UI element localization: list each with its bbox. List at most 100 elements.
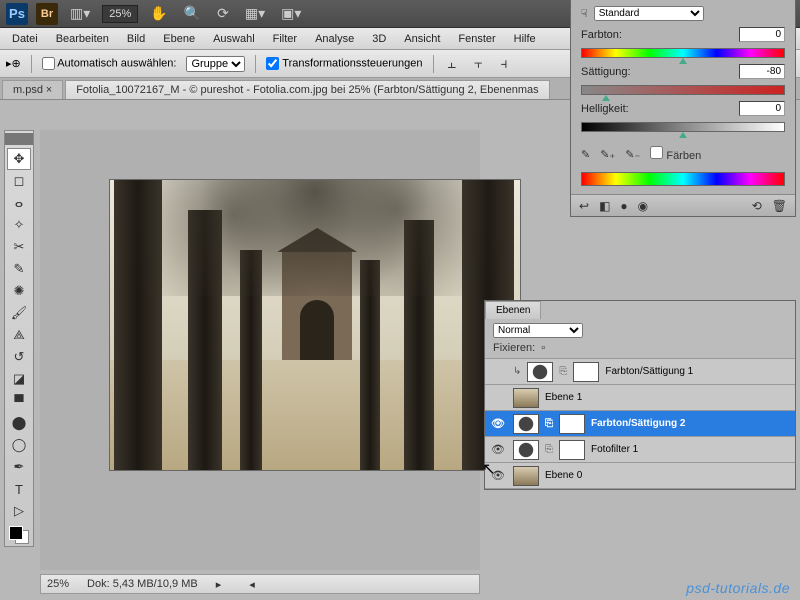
dodge-tool-icon[interactable]: ◯	[7, 434, 31, 456]
link-icon: ⎘	[545, 444, 553, 455]
lightness-slider[interactable]	[581, 122, 785, 132]
image-thumb-icon	[513, 466, 539, 486]
layer-row[interactable]: Ebene 1	[485, 385, 795, 411]
layer-row-selected[interactable]: 👁 ⎘ Farbton/Sättigung 2	[485, 411, 795, 437]
tab-ebenen[interactable]: Ebenen	[485, 301, 541, 319]
eyedropper-add-icon[interactable]: ✎₊	[600, 148, 615, 161]
bridge-logo-icon[interactable]: Br	[36, 3, 58, 25]
eye-toggle-icon[interactable]: ●	[620, 199, 627, 213]
colorize-checkbox[interactable]: Färben	[650, 146, 701, 162]
visibility-eye-icon[interactable]: 👁	[489, 417, 507, 430]
menu-datei[interactable]: Datei	[4, 31, 46, 47]
eyedropper-tool-icon[interactable]: ✎	[7, 258, 31, 280]
rotate-view-icon[interactable]: ⟳	[213, 5, 233, 22]
menu-bild[interactable]: Bild	[119, 31, 153, 47]
color-swatches[interactable]	[9, 526, 29, 544]
eyedropper-sub-icon[interactable]: ✎₋	[625, 148, 640, 161]
zoom-readout[interactable]: 25%	[102, 5, 138, 23]
menu-hilfe[interactable]: Hilfe	[506, 31, 544, 47]
healing-brush-tool-icon[interactable]: ✺	[7, 280, 31, 302]
zoom-tool-icon[interactable]: 🔍	[180, 5, 205, 22]
menu-filter[interactable]: Filter	[265, 31, 305, 47]
gradient-tool-icon[interactable]: ▀	[7, 390, 31, 412]
layer-name[interactable]: Ebene 0	[545, 470, 582, 481]
lasso-tool-icon[interactable]: ⴰ	[7, 192, 31, 214]
document-tab-inactive[interactable]: m.psd ×	[2, 80, 63, 99]
move-tool-icon[interactable]: ✥	[7, 148, 31, 170]
blend-mode-select[interactable]: Normal	[493, 323, 583, 338]
align-icon[interactable]: ⫠	[444, 55, 460, 72]
mask-thumb-icon	[573, 362, 599, 382]
transform-controls-checkbox[interactable]: Transformationssteuerungen	[266, 57, 422, 70]
pen-tool-icon[interactable]: ✒	[7, 456, 31, 478]
layer-name[interactable]: Farbton/Sättigung 2	[591, 418, 685, 429]
toolbox: ✥ ◻ ⴰ ✧ ✂ ✎ ✺ 🖌 ⟁ ↺ ◪ ▀ ⬤ ◯ ✒ T ▷	[4, 130, 34, 547]
mask-thumb-icon	[559, 414, 585, 434]
clip-layer-icon[interactable]: ◧	[599, 199, 610, 213]
auto-select-checkbox[interactable]: Automatisch auswählen:	[42, 57, 177, 70]
arrange-docs-icon[interactable]: ▦▾	[241, 5, 269, 22]
adjustment-thumb-icon	[513, 440, 539, 460]
visibility-eye-icon[interactable]: 👁	[489, 443, 507, 456]
blur-tool-icon[interactable]: ⬤	[7, 412, 31, 434]
menu-ebene[interactable]: Ebene	[155, 31, 203, 47]
align-icon-3[interactable]: ⫞	[497, 55, 512, 72]
menu-analyse[interactable]: Analyse	[307, 31, 362, 47]
screen-mode-icon[interactable]: ▣▾	[277, 5, 305, 22]
menu-fenster[interactable]: Fenster	[450, 31, 503, 47]
color-range-strip	[581, 172, 785, 186]
saturation-input[interactable]	[739, 64, 785, 79]
trash-icon[interactable]: 🗑	[772, 199, 787, 213]
layer-name[interactable]: Fotofilter 1	[591, 444, 638, 455]
brush-tool-icon[interactable]: 🖌	[7, 302, 31, 324]
hue-label: Farbton:	[581, 29, 651, 41]
hue-slider[interactable]	[581, 48, 785, 58]
history-brush-tool-icon[interactable]: ↺	[7, 346, 31, 368]
hand-adjust-icon[interactable]: ☟	[581, 7, 588, 20]
stamp-tool-icon[interactable]: ⟁	[7, 324, 31, 346]
canvas-area[interactable]	[40, 130, 480, 570]
eyedropper-icon[interactable]: ✎	[581, 148, 590, 161]
auto-select-target[interactable]: Gruppe	[186, 56, 245, 72]
menu-bearbeiten[interactable]: Bearbeiten	[48, 31, 117, 47]
path-select-tool-icon[interactable]: ▷	[7, 500, 31, 522]
layer-name[interactable]: Ebene 1	[545, 392, 582, 403]
layout-dropdown-icon[interactable]: ▥▾	[66, 5, 94, 22]
menu-3d[interactable]: 3D	[364, 31, 394, 47]
layer-name[interactable]: Farbton/Sättigung 1	[605, 366, 693, 377]
hand-tool-icon[interactable]: ✋	[146, 5, 171, 22]
magic-wand-tool-icon[interactable]: ✧	[7, 214, 31, 236]
view-previous-icon[interactable]: ◉	[638, 199, 648, 213]
reset-icon[interactable]: ⟲	[752, 199, 762, 213]
type-tool-icon[interactable]: T	[7, 478, 31, 500]
layer-row[interactable]: 👁 Ebene 0	[485, 463, 795, 489]
range-select[interactable]: Standard	[594, 6, 704, 21]
cursor-icon: ↖	[482, 459, 495, 479]
status-doc-size[interactable]: Dok: 5,43 MB/10,9 MB	[87, 578, 198, 590]
hue-input[interactable]	[739, 27, 785, 42]
saturation-slider[interactable]	[581, 85, 785, 95]
adjustment-thumb-icon	[527, 362, 553, 382]
status-chevron-icon[interactable]: ▸	[216, 578, 222, 591]
eraser-tool-icon[interactable]: ◪	[7, 368, 31, 390]
align-icon-2[interactable]: ⫟	[470, 55, 486, 72]
layer-row[interactable]: ↳ ⎘ Farbton/Sättigung 1	[485, 359, 795, 385]
layer-row[interactable]: 👁 ⎘ Fotofilter 1	[485, 437, 795, 463]
menu-auswahl[interactable]: Auswahl	[205, 31, 263, 47]
corrections-footer: ↩ ◧ ● ◉ ⟲ 🗑	[571, 194, 795, 216]
move-tool-indicator-icon: ▸⊕	[6, 57, 21, 70]
menu-ansicht[interactable]: Ansicht	[396, 31, 448, 47]
scrollbar-left-icon[interactable]: ◂	[249, 578, 255, 591]
image-thumb-icon	[513, 388, 539, 408]
return-arrow-icon[interactable]: ↩	[579, 199, 589, 213]
marquee-tool-icon[interactable]: ◻	[7, 170, 31, 192]
toolbox-grip[interactable]	[5, 133, 33, 145]
document-tab-active[interactable]: Fotolia_10072167_M - © pureshot - Fotoli…	[65, 80, 549, 99]
crop-tool-icon[interactable]: ✂	[7, 236, 31, 258]
status-zoom[interactable]: 25%	[47, 578, 69, 590]
tab-close-icon[interactable]: ×	[46, 84, 52, 96]
document-canvas[interactable]	[110, 180, 520, 470]
lock-label: Fixieren:	[493, 342, 535, 354]
lock-transparency-icon[interactable]: ▫	[541, 342, 545, 354]
lightness-input[interactable]	[739, 101, 785, 116]
